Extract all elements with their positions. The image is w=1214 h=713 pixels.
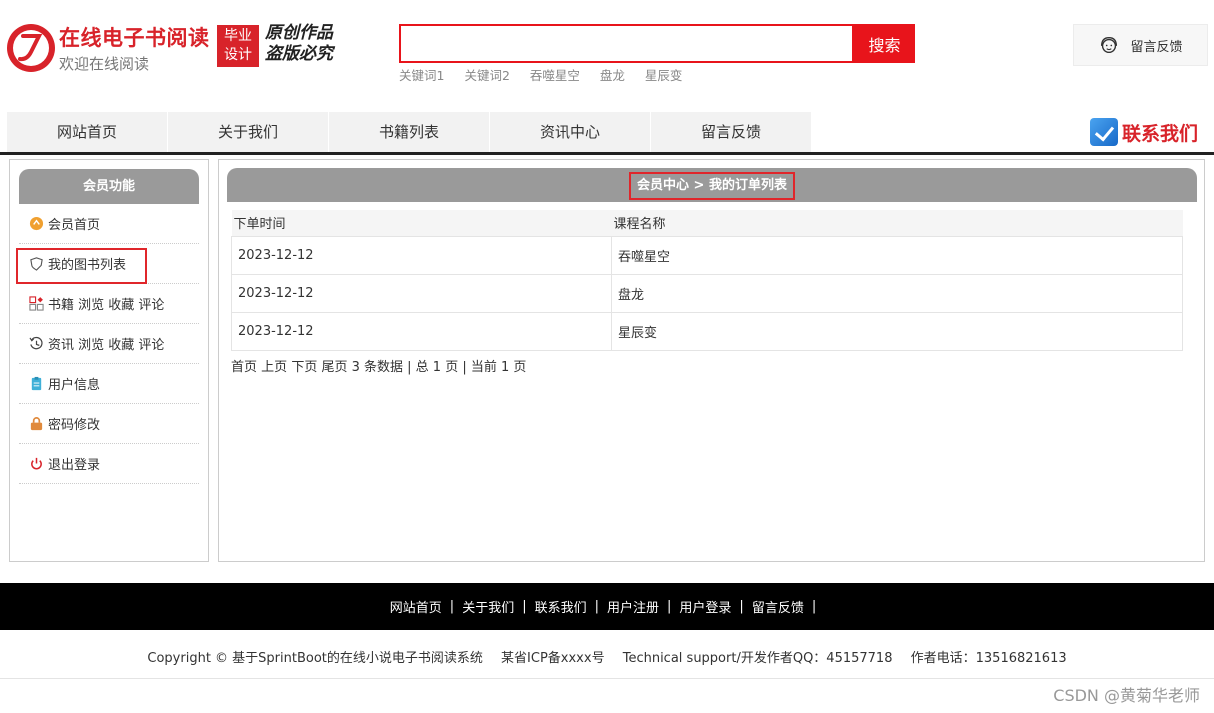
contact-us-label: 联系我们	[1122, 122, 1199, 145]
contact-us-link[interactable]: 联系我们	[1090, 118, 1198, 146]
sidebar-item-label: 退出登录	[48, 458, 101, 473]
icp-text: 某省ICP备xxxx号	[501, 651, 605, 666]
member-home-icon	[29, 216, 44, 231]
power-icon	[31, 457, 42, 470]
cell-order-time: 2023-12-12	[231, 273, 612, 313]
order-list-panel: 会员中心 > 我的订单列表 下单时间 课程名称 2023-12-12 吞噬星空 …	[218, 159, 1205, 562]
cell-order-time: 2023-12-12	[231, 235, 612, 275]
pager-next-link[interactable]: 下页	[291, 360, 317, 375]
footer-link-login[interactable]: 用户登录	[679, 597, 731, 616]
main-nav: 网站首页 关于我们 书籍列表 资讯中心 留言反馈	[7, 112, 812, 152]
feedback-label: 留言反馈	[1130, 39, 1183, 55]
search-box	[399, 24, 854, 63]
sidebar-item-label: 密码修改	[48, 418, 101, 433]
sidebar-item-news-activity[interactable]: 资讯 浏览 收藏 评论	[19, 324, 199, 364]
table-header-row: 下单时间 课程名称	[231, 210, 1183, 237]
nav-feedback[interactable]: 留言反馈	[651, 112, 811, 152]
nav-divider	[0, 152, 1214, 155]
cell-order-time: 2023-12-12	[231, 311, 612, 351]
footer-links: 网站首页 | 关于我们 | 联系我们 | 用户注册 | 用户登录 | 留言反馈 |	[0, 583, 1214, 630]
pager-first-link[interactable]: 首页	[231, 360, 257, 375]
pager-summary: 3 条数据 | 总 1 页 | 当前 1 页	[351, 360, 527, 375]
sidebar-title: 会员功能	[19, 169, 199, 204]
lock-icon	[30, 417, 43, 431]
slogan: 原创作品 盗版必究	[265, 23, 333, 64]
hot-keyword[interactable]: 星辰变	[645, 68, 683, 83]
sidebar-item-book-activity[interactable]: 书籍 浏览 收藏 评论	[19, 284, 199, 324]
table-row: 2023-12-12 吞噬星空	[231, 235, 1183, 275]
csdn-watermark: CSDN @黄菊华老师	[1053, 686, 1200, 705]
site-title: 在线电子书阅读	[59, 26, 210, 50]
search-input[interactable]	[401, 26, 852, 61]
copyright-text: Copyright © 基于SprintBoot的在线小说电子书阅读系统	[147, 651, 483, 666]
nav-news[interactable]: 资讯中心	[490, 112, 650, 152]
sidebar-item-logout[interactable]: 退出登录	[19, 444, 199, 484]
clipboard-icon	[31, 376, 42, 391]
support-text: Technical support/开发作者QQ：45157718	[622, 651, 893, 666]
nav-about[interactable]: 关于我们	[168, 112, 328, 152]
sidebar-item-my-books[interactable]: 我的图书列表	[16, 244, 199, 284]
pager-prev-link[interactable]: 上页	[261, 360, 287, 375]
column-header-course-name: 课程名称	[611, 210, 1183, 237]
pager-last-link[interactable]: 尾页	[321, 360, 347, 375]
logo-mark-icon	[7, 24, 55, 72]
search-button[interactable]: 搜索	[854, 24, 915, 63]
hot-keyword[interactable]: 关键词1	[399, 68, 444, 83]
hot-keyword[interactable]: 关键词2	[464, 68, 509, 83]
footer-link-feedback[interactable]: 留言反馈	[752, 597, 804, 616]
clock-refresh-icon	[29, 336, 43, 350]
hot-keyword[interactable]: 吞噬星空	[530, 68, 580, 83]
member-sidebar: 会员功能 会员首页 我的图书列表 书籍 浏览 收藏 评论 资讯 浏览 收藏 评论…	[9, 159, 209, 562]
cell-course-name: 星辰变	[611, 311, 1183, 351]
table-row: 2023-12-12 星辰变	[231, 311, 1183, 351]
graduation-badge: 毕业 设计	[217, 25, 259, 67]
pagination: 首页 上页 下页 尾页 3 条数据 | 总 1 页 | 当前 1 页	[231, 356, 526, 375]
cell-course-name: 盘龙	[611, 273, 1183, 313]
column-header-order-time: 下单时间	[231, 210, 612, 237]
site-subtitle: 欢迎在线阅读	[59, 55, 150, 73]
sidebar-item-user-info[interactable]: 用户信息	[19, 364, 199, 404]
nav-books[interactable]: 书籍列表	[329, 112, 489, 152]
support-agent-icon	[1101, 36, 1118, 54]
footer-link-register[interactable]: 用户注册	[607, 597, 659, 616]
book-shield-icon	[30, 257, 43, 271]
sidebar-item-label: 我的图书列表	[48, 258, 127, 273]
sidebar-item-label: 资讯 浏览 收藏 评论	[48, 338, 165, 353]
sidebar-item-label: 会员首页	[48, 218, 101, 233]
grid-icon	[29, 296, 44, 311]
order-table: 下单时间 课程名称 2023-12-12 吞噬星空 2023-12-12 盘龙 …	[231, 210, 1183, 351]
cell-course-name: 吞噬星空	[611, 235, 1183, 275]
site-logo[interactable]: 在线电子书阅读 欢迎在线阅读 毕业 设计 原创作品 盗版必究	[7, 22, 347, 73]
hot-keywords: 关键词1 关键词2 吞噬星空 盘龙 星辰变	[399, 65, 698, 84]
hot-keyword[interactable]: 盘龙	[600, 68, 625, 83]
nav-home[interactable]: 网站首页	[7, 112, 167, 152]
table-row: 2023-12-12 盘龙	[231, 273, 1183, 313]
sidebar-item-change-password[interactable]: 密码修改	[19, 404, 199, 444]
contact-check-icon	[1090, 118, 1118, 146]
breadcrumb: 会员中心 > 我的订单列表	[629, 172, 795, 200]
footer-link-home[interactable]: 网站首页	[390, 597, 442, 616]
bottom-divider	[0, 678, 1214, 679]
sidebar-item-label: 书籍 浏览 收藏 评论	[48, 298, 165, 313]
sidebar-item-label: 用户信息	[48, 378, 101, 393]
phone-text: 作者电话：13516821613	[910, 651, 1067, 666]
footer-link-contact[interactable]: 联系我们	[535, 597, 587, 616]
feedback-button[interactable]: 留言反馈	[1073, 24, 1208, 66]
footer-link-about[interactable]: 关于我们	[462, 597, 514, 616]
sidebar-item-member-home[interactable]: 会员首页	[19, 204, 199, 244]
copyright-line: Copyright © 基于SprintBoot的在线小说电子书阅读系统 某省I…	[0, 647, 1214, 666]
panel-header: 会员中心 > 我的订单列表	[227, 168, 1197, 202]
